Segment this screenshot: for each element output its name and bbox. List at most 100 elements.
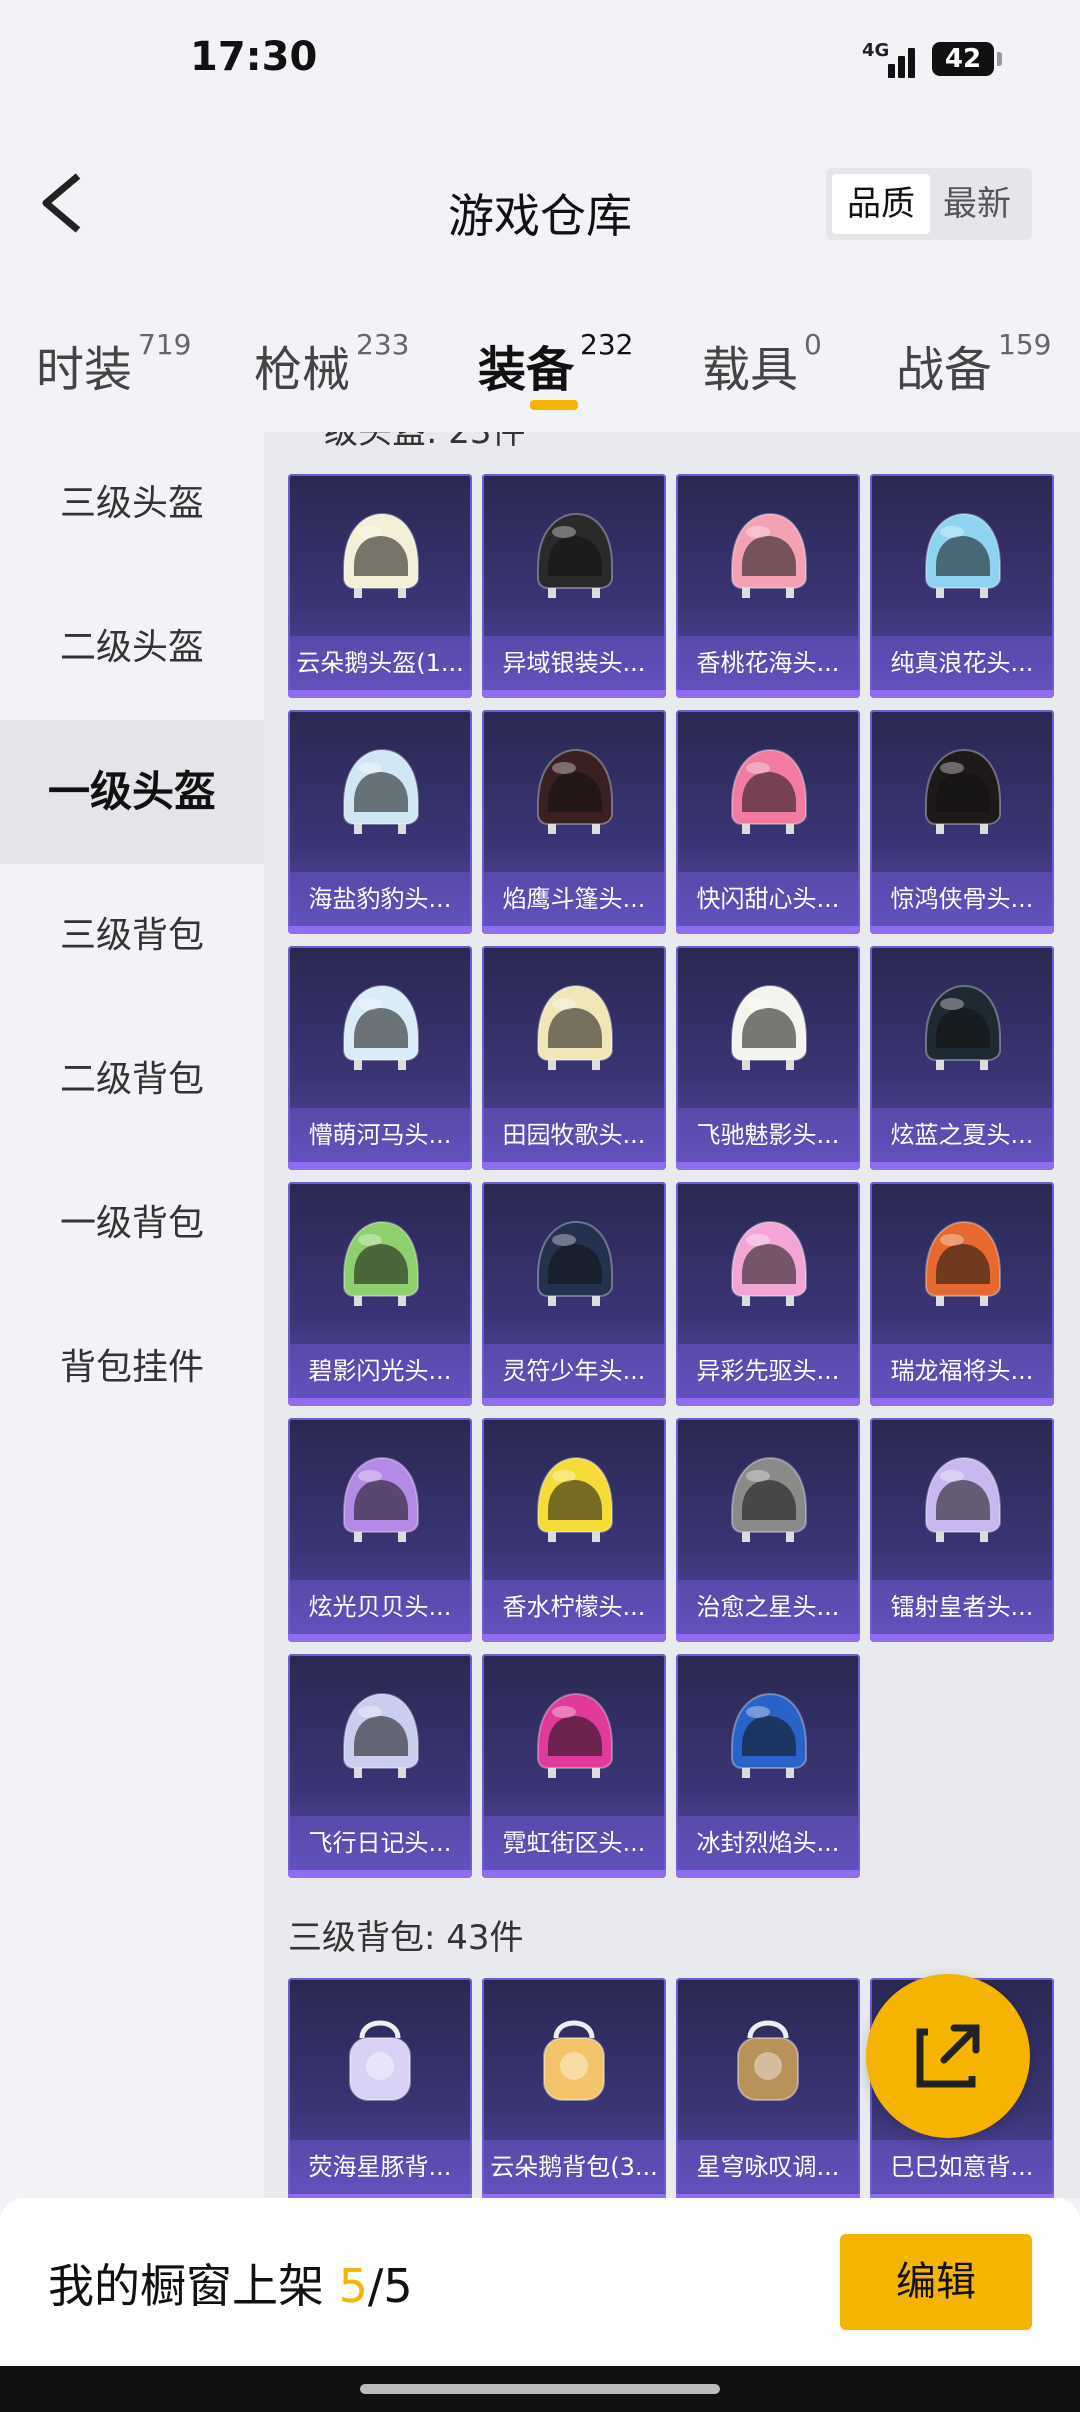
tab-supplies[interactable]: 战备 159 [896,328,1051,400]
item-card[interactable]: 飞行日记头... [288,1654,472,1878]
sidebar-item-level3-backpack[interactable]: 三级背包 [0,864,264,1008]
item-name: 炫蓝之夏头... [870,1108,1054,1162]
item-card[interactable]: 异域银装头... [482,474,666,698]
item-card[interactable]: 灵符少年头... [482,1182,666,1406]
item-card[interactable]: 焰鹰斗篷头... [482,710,666,934]
sidebar: 三级头盔 二级头盔 一级头盔 三级背包 二级背包 一级背包 背包挂件 [0,432,264,2192]
item-card[interactable]: 海盐豹豹头... [288,710,472,934]
sidebar-item-backpack-pendant[interactable]: 背包挂件 [0,1296,264,1440]
helmet-icon [722,740,814,844]
item-name: 云朵鹅头盔(1... [288,636,472,690]
sidebar-item-level2-helmet[interactable]: 二级头盔 [0,576,264,720]
sidebar-item-level2-backpack[interactable]: 二级背包 [0,1008,264,1152]
quality-bar [288,1870,472,1878]
tab-label: 装备 [478,342,575,398]
quality-bar [288,690,472,698]
tab-count: 0 [804,328,822,361]
item-card[interactable]: 飞驰魅影头... [676,946,860,1170]
item-name: 焰鹰斗篷头... [482,872,666,926]
backpack-icon [334,2008,426,2112]
tab-count: 719 [138,328,192,361]
item-card[interactable]: 碧影闪光头... [288,1182,472,1406]
item-card[interactable]: 星穹咏叹调... [676,1978,860,2198]
item-card[interactable]: 纯真浪花头... [870,474,1054,698]
item-name: 巳巳如意背... [870,2140,1054,2194]
helmet-icon [916,740,1008,844]
quality-bar [676,1162,860,1170]
item-name: 瑞龙福将头... [870,1344,1054,1398]
item-name: 异彩先驱头... [676,1344,860,1398]
section-title-backpack: 三级背包: 43件 [288,1918,524,1958]
quality-bar [870,1398,1054,1406]
item-card[interactable]: 田园牧歌头... [482,946,666,1170]
item-card[interactable]: 荧海星豚背... [288,1978,472,2198]
item-name: 田园牧歌头... [482,1108,666,1162]
item-name: 碧影闪光头... [288,1344,472,1398]
helmet-icon [334,740,426,844]
item-card[interactable]: 惊鸿侠骨头... [870,710,1054,934]
item-name: 纯真浪花头... [870,636,1054,690]
item-name: 冰封烈焰头... [676,1816,860,1870]
item-card[interactable]: 霓虹街区头... [482,1654,666,1878]
signal-icon [880,40,920,78]
quality-bar [676,1634,860,1642]
section-title-partial: 级头盔: 23件 [324,432,526,452]
helmet-icon [334,1448,426,1552]
quality-bar [482,1398,666,1406]
helmet-icon [528,740,620,844]
item-card[interactable]: 云朵鹅背包(3... [482,1978,666,2198]
item-card[interactable]: 云朵鹅头盔(1... [288,474,472,698]
sort-toggle[interactable]: 品质 最新 [826,168,1032,240]
sidebar-item-level3-helmet[interactable]: 三级头盔 [0,432,264,576]
edit-button[interactable]: 编辑 [840,2234,1032,2330]
item-name: 镭射皇者头... [870,1580,1054,1634]
helmet-icon [722,1448,814,1552]
sidebar-item-level1-helmet[interactable]: 一级头盔 [0,720,264,864]
item-card[interactable]: 炫蓝之夏头... [870,946,1054,1170]
quality-bar [482,690,666,698]
quality-bar [676,926,860,934]
share-button[interactable] [866,1974,1030,2138]
helmet-icon [916,976,1008,1080]
quality-bar [288,926,472,934]
quality-bar [676,1870,860,1878]
showcase-current: 5 [338,2259,368,2313]
item-card[interactable]: 香桃花海头... [676,474,860,698]
item-name: 治愈之星头... [676,1580,860,1634]
helmet-icon [722,504,814,608]
item-card[interactable]: 镭射皇者头... [870,1418,1054,1642]
quality-bar [870,1162,1054,1170]
sort-option-quality[interactable]: 品质 [832,174,930,234]
quality-bar [482,1634,666,1642]
sort-option-newest[interactable]: 最新 [928,174,1026,234]
quality-bar [288,1634,472,1642]
item-card[interactable]: 冰封烈焰头... [676,1654,860,1878]
home-indicator[interactable] [360,2384,720,2394]
item-name: 星穹咏叹调... [676,2140,860,2194]
item-card[interactable]: 异彩先驱头... [676,1182,860,1406]
item-card[interactable]: 治愈之星头... [676,1418,860,1642]
quality-bar [482,1870,666,1878]
tab-vehicles[interactable]: 载具 0 [702,328,822,400]
item-name: 灵符少年头... [482,1344,666,1398]
item-card[interactable]: 瑞龙福将头... [870,1182,1054,1406]
tab-fashion[interactable]: 时装 719 [36,328,192,400]
tab-equipment[interactable]: 装备 232 [478,328,633,400]
item-name: 炫光贝贝头... [288,1580,472,1634]
backpack-icon [528,2008,620,2112]
item-list[interactable]: 级头盔: 23件 云朵鹅头盔(1... 异域银装头... 香桃花海头... 纯真浪花头… [264,432,1080,2198]
item-card[interactable]: 懵萌河马头... [288,946,472,1170]
item-name: 云朵鹅背包(3... [482,2140,666,2194]
helmet-icon [528,1684,620,1788]
helmet-icon [528,976,620,1080]
item-card[interactable]: 快闪甜心头... [676,710,860,934]
backpack-icon [722,2008,814,2112]
item-card[interactable]: 香水柠檬头... [482,1418,666,1642]
tab-weapons[interactable]: 枪械 233 [254,328,409,400]
share-icon [916,2024,980,2088]
showcase-total: 5 [383,2259,413,2313]
sidebar-item-level1-backpack[interactable]: 一级背包 [0,1152,264,1296]
app-header: 游戏仓库 品质 最新 [0,120,1080,290]
helmet-icon [722,1684,814,1788]
item-card[interactable]: 炫光贝贝头... [288,1418,472,1642]
